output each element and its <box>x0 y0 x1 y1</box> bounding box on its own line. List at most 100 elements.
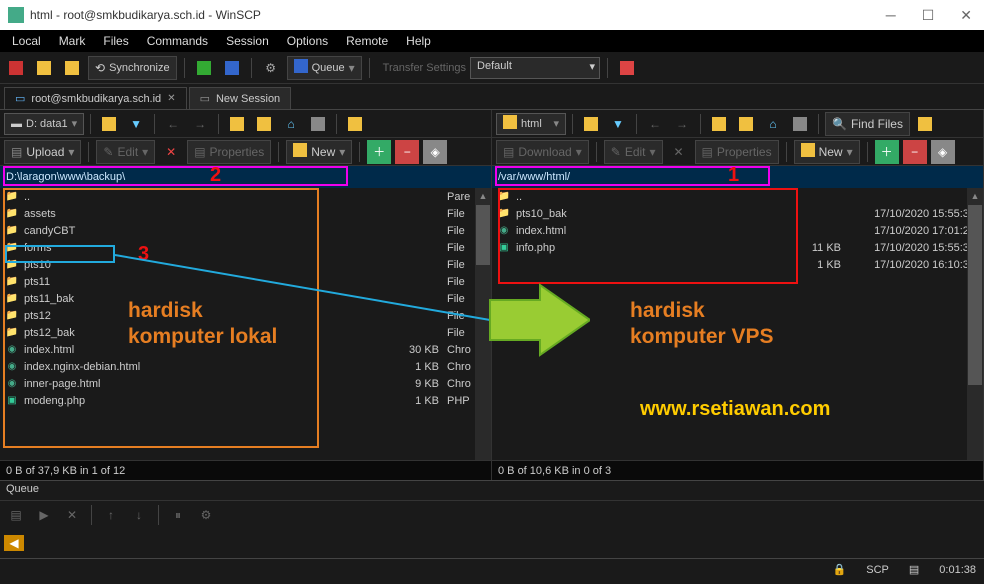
list-item[interactable]: 📁candyCBTFile <box>0 222 491 239</box>
remote-minus-icon[interactable]: − <box>903 140 927 164</box>
maximize-button[interactable]: ☐ <box>918 7 939 24</box>
local-edit-button[interactable]: ✎ Edit ▾ <box>96 140 155 164</box>
local-filter-icon[interactable]: ▼ <box>124 112 148 136</box>
close-tab-icon[interactable]: ✕ <box>167 93 175 104</box>
list-item[interactable]: 1 KB17/10/2020 16:10:32 <box>492 256 983 273</box>
local-tree-icon[interactable] <box>306 112 330 136</box>
find-files-button[interactable]: 🔍 Find Files <box>825 112 910 136</box>
local-forward-icon[interactable]: → <box>188 112 212 136</box>
transfer-preset-select[interactable]: Default <box>470 57 600 79</box>
app-icon <box>8 7 24 23</box>
queue-down-icon[interactable]: ↓ <box>127 503 151 527</box>
list-item[interactable]: ▣modeng.php1 KBPHP <box>0 392 491 409</box>
local-refresh-icon[interactable] <box>252 112 276 136</box>
remote-path[interactable]: /var/www/html/ <box>492 166 983 188</box>
remote-home-icon[interactable]: ⌂ <box>761 112 785 136</box>
new-folder-icon <box>293 143 307 160</box>
list-item[interactable]: 📁..Pare <box>0 188 491 205</box>
remote-dir-select[interactable]: html ▾ <box>496 113 566 135</box>
menu-remote[interactable]: Remote <box>338 32 396 50</box>
queue-gear-icon[interactable]: ⚙ <box>194 503 218 527</box>
list-item[interactable]: ◉index.html30 KBChro <box>0 341 491 358</box>
local-new-button[interactable]: New ▾ <box>286 140 352 164</box>
local-scrollbar[interactable]: ▲ <box>475 188 491 460</box>
local-up-icon[interactable] <box>225 112 249 136</box>
queue-delete-icon[interactable]: ✕ <box>60 503 84 527</box>
list-item[interactable]: ◉inner-page.html9 KBChro <box>0 375 491 392</box>
list-item[interactable]: 📁.. <box>492 188 983 205</box>
list-item[interactable]: 📁assetsFile <box>0 205 491 222</box>
close-button[interactable]: ✕ <box>956 7 976 24</box>
keep-updated-icon[interactable] <box>220 56 244 80</box>
upload-button[interactable]: ▤ Upload ▾ <box>4 140 81 164</box>
remote-edit-button[interactable]: ✎ Edit ▾ <box>604 140 663 164</box>
list-item[interactable]: ▣info.php11 KB17/10/2020 15:55:36 <box>492 239 983 256</box>
connection-time: 0:01:38 <box>939 564 976 576</box>
new-window-icon[interactable] <box>32 56 56 80</box>
local-path[interactable]: D:\laragon\www\backup\ <box>0 166 491 188</box>
list-item[interactable]: 📁pts12_bakFile <box>0 324 491 341</box>
compare-icon[interactable] <box>192 56 216 80</box>
gear-icon[interactable]: ⚙ <box>259 56 283 80</box>
list-item[interactable]: 📁formsFile <box>0 239 491 256</box>
remote-filter-icon[interactable]: ▼ <box>606 112 630 136</box>
queue-play-icon[interactable]: ▶ <box>32 503 56 527</box>
remote-plus-icon[interactable]: ＋ <box>875 140 899 164</box>
local-plus-icon[interactable]: ＋ <box>367 140 391 164</box>
local-panel: ▬ D: data1 ▾ ▼ ← → ⌂ ▤ Upload ▾ <box>0 110 492 480</box>
list-item[interactable]: ◉index.nginx-debian.html1 KBChro <box>0 358 491 375</box>
synchronize-button[interactable]: ⟲ Synchronize <box>88 56 177 80</box>
download-icon: ▤ <box>503 145 514 159</box>
local-minus-icon[interactable]: − <box>395 140 419 164</box>
remote-bookmark-icon[interactable] <box>913 112 937 136</box>
menu-commands[interactable]: Commands <box>139 32 216 50</box>
local-file-list[interactable]: 📁..Pare📁assetsFile📁candyCBTFile📁formsFil… <box>0 188 491 460</box>
local-drive-select[interactable]: ▬ D: data1 ▾ <box>4 113 84 135</box>
remote-new-button[interactable]: New ▾ <box>794 140 860 164</box>
local-open-folder-icon[interactable] <box>97 112 121 136</box>
list-item[interactable]: 📁pts11File <box>0 273 491 290</box>
remote-forward-icon[interactable]: → <box>670 112 694 136</box>
queue-button[interactable]: Queue ▾ <box>287 56 362 80</box>
remote-back-icon[interactable]: ← <box>643 112 667 136</box>
remote-file-list[interactable]: 📁..📁pts10_bak17/10/2020 15:55:32◉index.h… <box>492 188 983 460</box>
remote-select-icon[interactable]: ◈ <box>931 140 955 164</box>
menu-options[interactable]: Options <box>279 32 336 50</box>
queue-up-icon[interactable]: ↑ <box>99 503 123 527</box>
remote-properties-button[interactable]: ▤ Properties <box>695 140 779 164</box>
list-item[interactable]: 📁pts10File <box>0 256 491 273</box>
menu-local[interactable]: Local <box>4 32 49 50</box>
main-toolbar: ⟲ Synchronize ⚙ Queue ▾ Transfer Setting… <box>0 52 984 84</box>
folder-plus-icon[interactable] <box>60 56 84 80</box>
new-session-tab[interactable]: ▭ New Session <box>189 87 292 109</box>
address-book-icon[interactable] <box>4 56 28 80</box>
list-item[interactable]: 📁pts12File <box>0 307 491 324</box>
remote-scrollbar[interactable]: ▲ <box>967 188 983 460</box>
list-item[interactable]: 📁pts11_bakFile <box>0 290 491 307</box>
local-back-icon[interactable]: ← <box>161 112 185 136</box>
queue-arrow-icon[interactable]: ◀ <box>4 535 24 551</box>
remote-up-icon[interactable] <box>707 112 731 136</box>
queue-pause-icon[interactable]: ⏸ <box>166 503 190 527</box>
disconnect-icon[interactable] <box>615 56 639 80</box>
remote-delete-icon[interactable]: ✕ <box>667 140 691 164</box>
properties-icon: ▤ <box>702 145 713 159</box>
remote-tree-icon[interactable] <box>788 112 812 136</box>
menu-help[interactable]: Help <box>398 32 439 50</box>
minimize-button[interactable]: ─ <box>882 7 900 24</box>
menu-files[interactable]: Files <box>95 32 136 50</box>
local-bookmark-icon[interactable] <box>343 112 367 136</box>
local-properties-button[interactable]: ▤ Properties <box>187 140 271 164</box>
download-button[interactable]: ▤ Download ▾ <box>496 140 589 164</box>
remote-refresh-icon[interactable] <box>734 112 758 136</box>
session-tab-active[interactable]: ▭ root@smkbudikarya.sch.id ✕ <box>4 87 187 109</box>
queue-list-icon[interactable]: ▤ <box>4 503 28 527</box>
list-item[interactable]: ◉index.html17/10/2020 17:01:28 <box>492 222 983 239</box>
remote-open-folder-icon[interactable] <box>579 112 603 136</box>
local-delete-icon[interactable]: ✕ <box>159 140 183 164</box>
menu-mark[interactable]: Mark <box>51 32 94 50</box>
list-item[interactable]: 📁pts10_bak17/10/2020 15:55:32 <box>492 205 983 222</box>
menu-session[interactable]: Session <box>218 32 277 50</box>
local-home-icon[interactable]: ⌂ <box>279 112 303 136</box>
local-select-icon[interactable]: ◈ <box>423 140 447 164</box>
